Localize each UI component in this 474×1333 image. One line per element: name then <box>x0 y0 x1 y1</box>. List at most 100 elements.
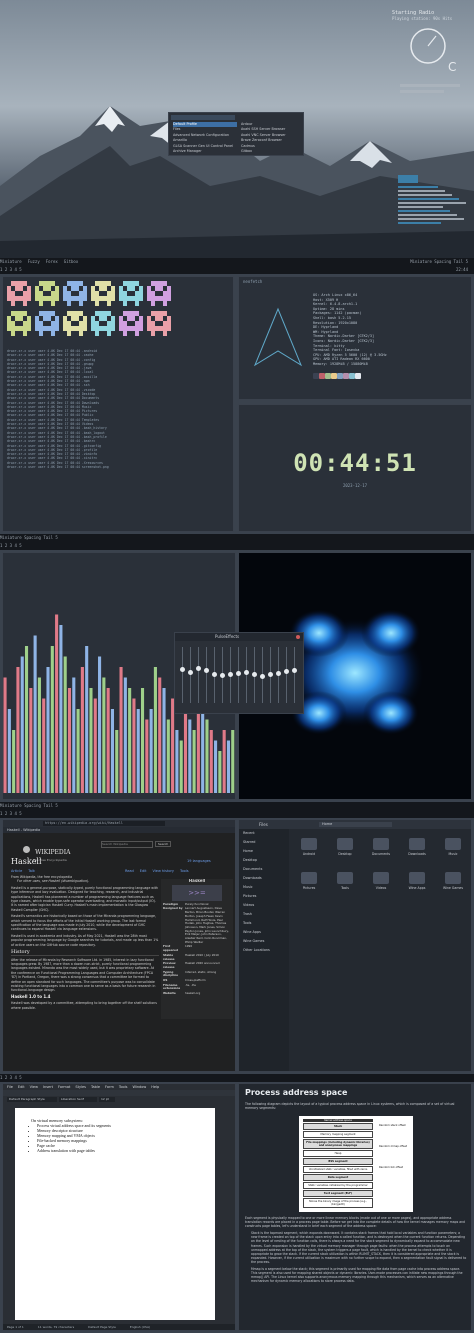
files-sidebar-item[interactable]: Other Locations <box>243 946 289 955</box>
writer-menu-item[interactable]: Window <box>132 1085 146 1089</box>
font-size-select[interactable]: 12 pt <box>99 1097 115 1102</box>
writer-menu-item[interactable]: Format <box>58 1085 70 1089</box>
folder-item[interactable]: Tools <box>327 870 363 904</box>
paragraph-style-select[interactable]: Default Paragraph Style <box>7 1097 57 1102</box>
infobox-row: First appeared 1990 <box>163 944 231 952</box>
eq-band-slider[interactable] <box>219 647 227 703</box>
launcher-item-right[interactable]: Gitbox <box>241 149 303 154</box>
stats-line <box>398 206 443 208</box>
files-sidebar-item[interactable]: Home <box>243 847 289 856</box>
eq-band-knob[interactable] <box>204 668 209 673</box>
eq-band-knob[interactable] <box>244 669 249 675</box>
folder-item[interactable]: Wine Apps <box>399 870 435 904</box>
writer-menu-item[interactable]: Insert <box>43 1085 53 1089</box>
eq-band-slider[interactable] <box>259 647 267 703</box>
files-sidebar-item[interactable]: Desktop <box>243 856 289 865</box>
url-bar[interactable]: https://en.wikipedia.org/wiki/Haskell <box>43 821 165 826</box>
files-sidebar-item[interactable]: Tools <box>243 919 289 928</box>
eq-band-slider[interactable] <box>251 647 259 703</box>
eq-band-slider[interactable] <box>179 647 187 703</box>
article-tab[interactable]: View history <box>153 869 174 873</box>
eq-band-knob[interactable] <box>196 666 201 671</box>
eq-band-knob[interactable] <box>276 670 281 676</box>
statusbar-item[interactable]: Fuzzy <box>28 259 40 264</box>
files-sidebar-item[interactable]: Downloads <box>243 874 289 883</box>
article-tab[interactable]: Talk <box>28 869 35 873</box>
spectrum-bar <box>42 698 46 793</box>
folder-item[interactable]: Videos <box>363 870 399 904</box>
files-location[interactable]: Home <box>319 822 392 827</box>
writer-menu-item[interactable]: Tools <box>119 1085 128 1089</box>
eq-band-slider[interactable] <box>227 647 235 703</box>
article-tab[interactable]: Edit <box>140 869 147 873</box>
statusbar-item[interactable]: Forex <box>46 259 58 264</box>
neofetch-terminal[interactable]: neofetch OS: Arch Linux x86_64 Host: X509… <box>238 276 472 400</box>
statusbar-item[interactable]: Gitbox <box>64 259 78 264</box>
infobox-key: Stable release <box>163 952 175 961</box>
folder-item[interactable]: Android <box>291 836 327 870</box>
eq-band-slider[interactable] <box>195 647 203 703</box>
pixel-art-icon <box>35 311 59 336</box>
folder-item[interactable]: Documents <box>363 836 399 870</box>
languages-button[interactable]: 19 languages <box>187 859 211 863</box>
writer-menu-item[interactable]: Form <box>105 1085 114 1089</box>
files-sidebar-item[interactable]: Recent <box>243 829 289 838</box>
files-sidebar-item[interactable]: Music <box>243 883 289 892</box>
file-terminal[interactable]: drwxr-xr-x user user 4.0K Dec 17 00:44 .… <box>2 276 234 532</box>
folder-item[interactable]: Wine Games <box>435 870 471 904</box>
eq-band-slider[interactable] <box>291 647 299 703</box>
eq-band-knob[interactable] <box>284 669 289 674</box>
article-tab[interactable]: Article <box>11 869 22 873</box>
eq-band-knob[interactable] <box>260 673 265 679</box>
eq-band-knob[interactable] <box>180 667 185 672</box>
diagram-row: Text segment (ELF) <box>303 1190 373 1197</box>
files-sidebar-item[interactable]: Wine Games <box>243 937 289 946</box>
folder-item[interactable]: Music <box>435 836 471 870</box>
files-sidebar-item[interactable]: Trash <box>243 910 289 919</box>
folder-item[interactable]: Desktop <box>327 836 363 870</box>
statusbar-item[interactable]: Miniature <box>0 259 22 264</box>
eq-close-icon[interactable] <box>296 635 300 639</box>
eq-band-slider[interactable] <box>211 647 219 703</box>
eq-band-knob[interactable] <box>236 671 241 676</box>
eq-band-knob[interactable] <box>292 668 297 673</box>
folder-item[interactable]: Pictures <box>291 870 327 904</box>
wiki-search-input[interactable]: Search Wikipedia <box>101 841 153 848</box>
stats-widget <box>398 175 470 239</box>
eq-band-slider[interactable] <box>275 647 283 703</box>
files-title: Files <box>259 822 268 827</box>
files-sidebar-item[interactable]: Documents <box>243 865 289 874</box>
document-page[interactable]: On virtual memory subsystem: Process vir… <box>15 1108 215 1320</box>
eq-band-knob[interactable] <box>228 672 233 677</box>
article-tab[interactable]: Read <box>125 869 134 873</box>
launcher-search[interactable] <box>171 115 235 120</box>
eq-band-slider[interactable] <box>243 647 251 703</box>
files-sidebar-item[interactable]: Wine Apps <box>243 928 289 937</box>
writer-menu-item[interactable]: Edit <box>18 1085 25 1089</box>
files-sidebar-item[interactable]: Starred <box>243 838 289 847</box>
folder-item[interactable]: Downloads <box>399 836 435 870</box>
eq-band-slider[interactable] <box>203 647 211 703</box>
writer-menu-item[interactable]: View <box>30 1085 38 1089</box>
infobox-key: Preview release <box>163 961 176 969</box>
writer-menu-item[interactable]: File <box>7 1085 13 1089</box>
eq-band-knob[interactable] <box>268 672 273 677</box>
writer-menu-item[interactable]: Help <box>151 1085 159 1089</box>
files-sidebar-item[interactable]: Videos <box>243 901 289 910</box>
eq-band-knob[interactable] <box>220 673 225 678</box>
launcher-item-left[interactable]: Archive Manager <box>173 149 237 154</box>
eq-band-slider[interactable] <box>283 647 291 703</box>
font-select[interactable]: Liberation Serif <box>59 1097 97 1102</box>
eq-band-knob[interactable] <box>252 672 257 677</box>
files-sidebar-item[interactable]: Pictures <box>243 892 289 901</box>
eq-band-knob[interactable] <box>212 672 217 677</box>
wiki-search-button[interactable]: Search <box>155 841 172 847</box>
article-tab[interactable]: Tools <box>180 869 189 873</box>
writer-menu-item[interactable]: Styles <box>75 1085 86 1089</box>
eq-band-slider[interactable] <box>187 647 195 703</box>
equalizer-window[interactable]: PulseEffects <box>174 632 304 714</box>
writer-menu-item[interactable]: Table <box>91 1085 100 1089</box>
eq-band-slider[interactable] <box>235 647 243 703</box>
eq-band-slider[interactable] <box>267 647 275 703</box>
eq-band-knob[interactable] <box>188 669 193 675</box>
